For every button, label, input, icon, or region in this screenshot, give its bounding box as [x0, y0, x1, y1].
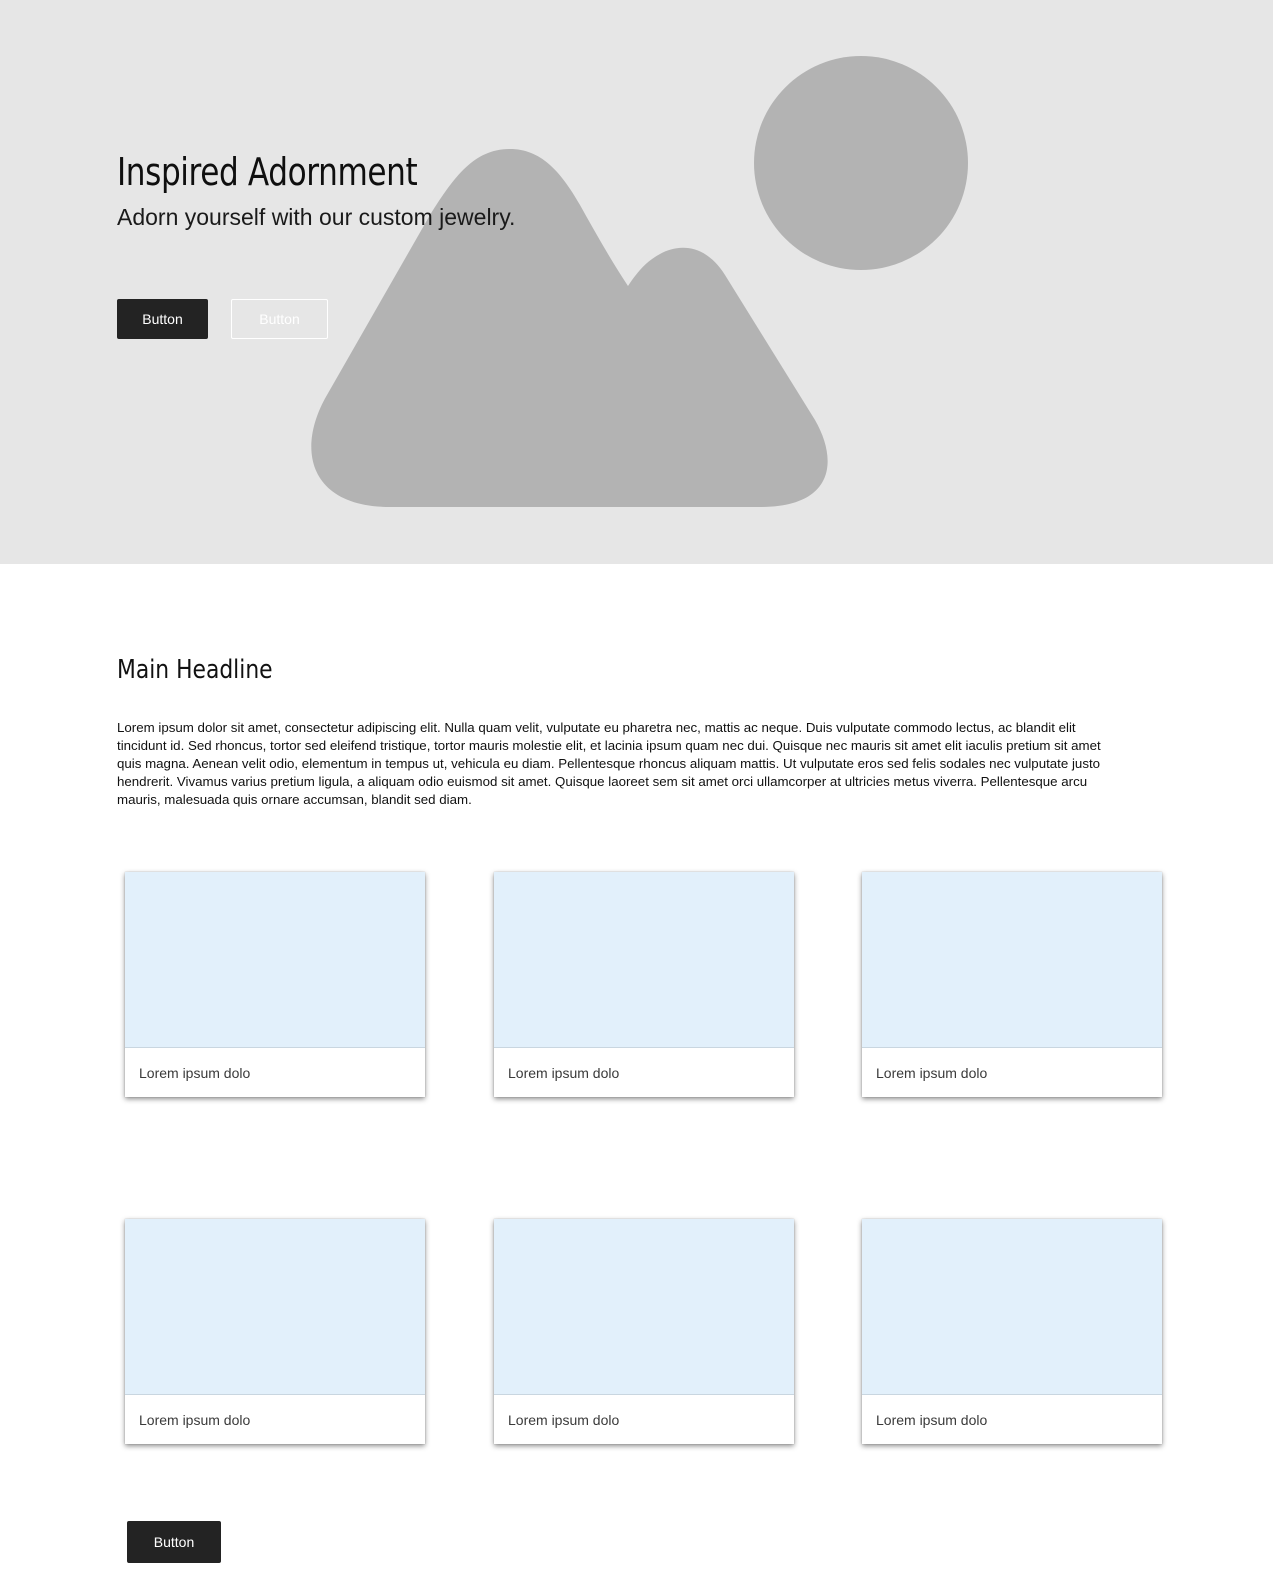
- card-image: [494, 1219, 794, 1395]
- image-placeholder-icon: [311, 56, 968, 507]
- card-image: [125, 872, 425, 1048]
- hero-primary-button[interactable]: Button: [117, 299, 208, 339]
- card-image: [862, 1219, 1162, 1395]
- hero-title: Inspired Adornment: [117, 150, 418, 194]
- card-label: Lorem ipsum dolo: [139, 1412, 251, 1428]
- card-image: [125, 1219, 425, 1395]
- card[interactable]: Lorem ipsum dolo: [862, 872, 1162, 1097]
- main-headline: Main Headline: [117, 655, 273, 685]
- card-label: Lorem ipsum dolo: [508, 1065, 620, 1081]
- card-label: Lorem ipsum dolo: [508, 1412, 620, 1428]
- body-paragraph: Lorem ipsum dolor sit amet, consectetur …: [117, 720, 1101, 807]
- hero-subtitle: Adorn yourself with our custom jewelry.: [117, 203, 516, 230]
- card[interactable]: Lorem ipsum dolo: [862, 1219, 1162, 1444]
- card[interactable]: Lorem ipsum dolo: [494, 872, 794, 1097]
- card-label: Lorem ipsum dolo: [139, 1065, 251, 1081]
- card-image: [494, 872, 794, 1048]
- card-image: [862, 872, 1162, 1048]
- card[interactable]: Lorem ipsum dolo: [125, 872, 425, 1097]
- hero-section: Inspired Adornment Adorn yourself with o…: [0, 0, 1273, 564]
- hero-button-group: Button Button: [117, 299, 328, 339]
- hero-secondary-button[interactable]: Button: [231, 299, 328, 339]
- sun-circle: [754, 56, 968, 270]
- card-label: Lorem ipsum dolo: [876, 1065, 988, 1081]
- card[interactable]: Lorem ipsum dolo: [125, 1219, 425, 1444]
- card-label: Lorem ipsum dolo: [876, 1412, 988, 1428]
- card[interactable]: Lorem ipsum dolo: [494, 1219, 794, 1444]
- hero-content: Inspired Adornment Adorn yourself with o…: [117, 150, 515, 231]
- footer-button[interactable]: Button: [127, 1521, 221, 1563]
